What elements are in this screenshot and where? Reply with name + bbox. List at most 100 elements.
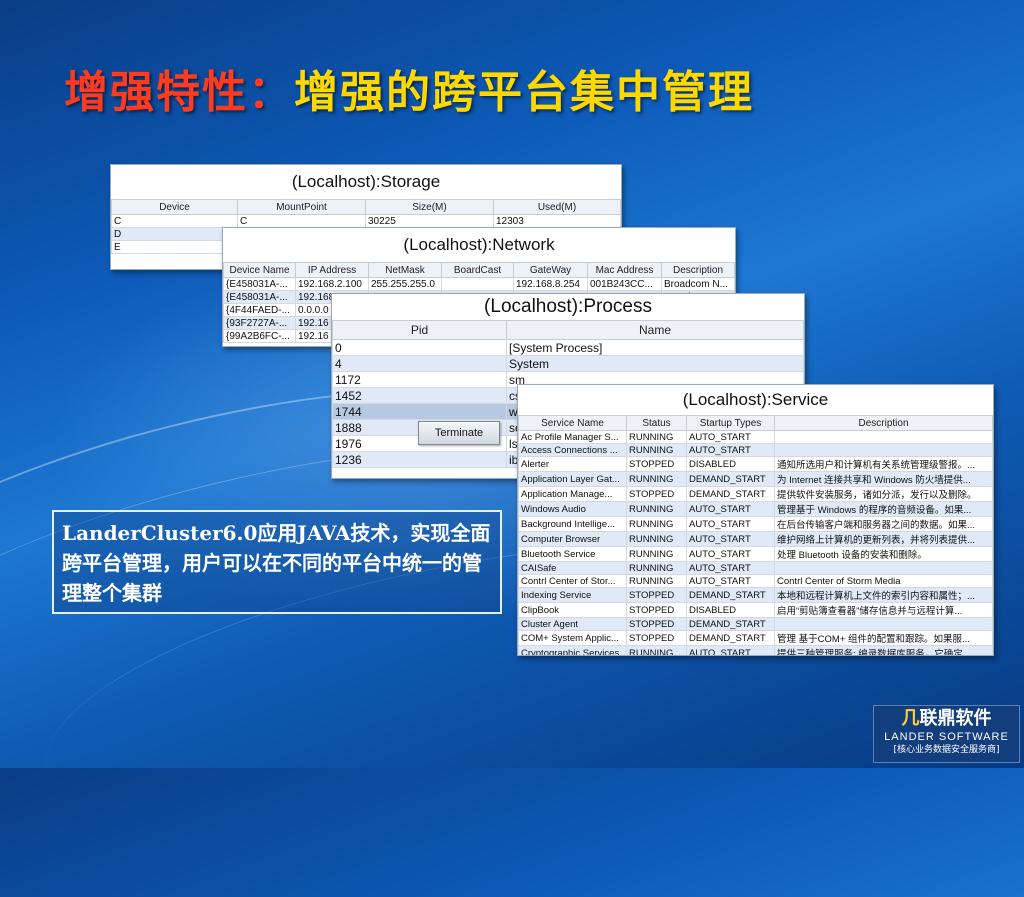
service-cell: DEMAND_START: [686, 617, 775, 631]
table-row[interactable]: Cryptographic Services RUNNING AUTO_START 提…: [518, 645, 993, 655]
storage-cell: C: [237, 214, 366, 228]
process-cell: 0: [332, 339, 507, 356]
network-column-header[interactable]: Description: [661, 262, 735, 278]
service-cell: 在后台传输客户端和服务器之间的数据。如果...: [774, 516, 993, 532]
service-cell: Cryptographic Services: [518, 645, 627, 655]
table-row[interactable]: {E458031A-... 192.168.2.100 255.255.255.0 1…: [223, 277, 735, 291]
service-cell: 提供三种管理服务: 编录数据库服务，它确定...: [774, 645, 993, 655]
service-cell: STOPPED: [626, 587, 687, 603]
service-cell: AUTO_START: [686, 443, 775, 457]
service-cell: RUNNING: [626, 645, 687, 655]
service-window: (Localhost):Service Service Name Status St…: [517, 384, 994, 656]
table-row[interactable]: CAISafe RUNNING AUTO_START: [518, 561, 993, 575]
table-row[interactable]: Computer Browser RUNNING AUTO_START 维护网络上计算…: [518, 531, 993, 547]
service-cell: Application Layer Gat...: [518, 471, 627, 487]
description-box: LanderCluster6.0应用JAVA技术，实现全面跨平台管理，用户可以在…: [52, 510, 502, 614]
table-row[interactable]: Indexing Service STOPPED DEMAND_START 本地和远程…: [518, 587, 993, 603]
company-logo: 几联鼎软件 LANDER SOFTWARE [核心业务数据安全服务商]: [873, 705, 1020, 763]
network-cell: {4F44FAED-...: [223, 303, 296, 317]
service-cell: 管理 基于COM+ 组件的配置和跟踪。如果服...: [774, 630, 993, 646]
network-cell: {E458031A-...: [223, 277, 296, 291]
service-cell: AUTO_START: [686, 430, 775, 444]
service-cell: RUNNING: [626, 574, 687, 588]
service-window-title: (Localhost):Service: [518, 385, 993, 415]
service-cell: Bluetooth Service: [518, 546, 627, 562]
storage-cell: D: [111, 227, 238, 241]
network-cell: 192.168.8.254: [513, 277, 588, 291]
network-column-header[interactable]: BoardCast: [441, 262, 514, 278]
service-cell: [774, 430, 993, 444]
terminate-button[interactable]: Terminate: [418, 421, 500, 445]
service-column-header[interactable]: Description: [774, 415, 993, 431]
process-cell: System: [506, 355, 804, 372]
service-cell: AUTO_START: [686, 645, 775, 655]
service-cell: STOPPED: [626, 456, 687, 472]
storage-column-header[interactable]: Size(M): [365, 199, 494, 215]
service-column-header[interactable]: Service Name: [518, 415, 627, 431]
service-cell: [774, 617, 993, 631]
table-row[interactable]: Cluster Agent STOPPED DEMAND_START: [518, 617, 993, 631]
slide-title-highlight: 增强特性：: [64, 67, 294, 118]
network-cell: 001B243CC...: [587, 277, 662, 291]
logo-cn-name: 联鼎软件: [919, 708, 992, 729]
network-column-header[interactable]: NetMask: [368, 262, 442, 278]
storage-column-header[interactable]: Device: [111, 199, 238, 215]
service-cell: 通知所选用户和计算机有关系统管理级警报。...: [774, 456, 993, 472]
network-column-header[interactable]: Mac Address: [587, 262, 662, 278]
service-cell: Contrl Center of Stor...: [518, 574, 627, 588]
service-cell: RUNNING: [626, 531, 687, 547]
network-cell: {E458031A-...: [223, 290, 296, 304]
service-cell: AUTO_START: [686, 516, 775, 532]
process-cell: 1236: [332, 451, 507, 468]
table-row[interactable]: Bluetooth Service RUNNING AUTO_START 处理 Blu…: [518, 546, 993, 562]
process-window-title: (Localhost):Process: [332, 294, 804, 320]
storage-column-header[interactable]: MountPoint: [237, 199, 366, 215]
service-cell: Application Manage...: [518, 486, 627, 502]
table-row[interactable]: Windows Audio RUNNING AUTO_START 管理基于 Windo…: [518, 501, 993, 517]
service-cell: 启用“剪贴簿查看器”储存信息并与远程计算...: [774, 602, 993, 618]
service-cell: DISABLED: [686, 456, 775, 472]
service-cell: RUNNING: [626, 516, 687, 532]
table-row[interactable]: Access Connections ... RUNNING AUTO_START: [518, 443, 993, 457]
service-cell: 为 Internet 连接共享和 Windows 防火墙提供...: [774, 471, 993, 487]
service-cell: [774, 561, 993, 575]
table-row[interactable]: Background Intellige... RUNNING AUTO_START…: [518, 516, 993, 532]
service-column-header[interactable]: Startup Types: [686, 415, 775, 431]
table-row[interactable]: 4 System: [332, 355, 804, 372]
network-column-header[interactable]: GateWay: [513, 262, 588, 278]
logo-title: 几联鼎软件: [874, 708, 1019, 730]
storage-cell: E: [111, 240, 238, 254]
service-cell: RUNNING: [626, 546, 687, 562]
network-column-header[interactable]: Device Name: [223, 262, 296, 278]
service-cell: 本地和远程计算机上文件的索引内容和属性；...: [774, 587, 993, 603]
service-cell: RUNNING: [626, 443, 687, 457]
logo-en-name: LANDER SOFTWARE: [884, 731, 1009, 743]
service-cell: STOPPED: [626, 486, 687, 502]
service-cell: Background Intellige...: [518, 516, 627, 532]
service-cell: DEMAND_START: [686, 587, 775, 603]
storage-column-header[interactable]: Used(M): [493, 199, 621, 215]
process-column-header[interactable]: Pid: [332, 320, 507, 340]
table-row[interactable]: Contrl Center of Stor... RUNNING AUTO_STAR…: [518, 574, 993, 588]
table-row[interactable]: Application Layer Gat... RUNNING DEMAND_ST…: [518, 471, 993, 487]
service-cell: DEMAND_START: [686, 630, 775, 646]
table-row[interactable]: ClipBook STOPPED DISABLED 启用“剪贴簿查看器”储存信息并与远…: [518, 602, 993, 618]
service-cell: DISABLED: [686, 602, 775, 618]
table-row[interactable]: C C 30225 12303: [111, 214, 621, 228]
network-column-header[interactable]: IP Address: [295, 262, 369, 278]
table-row[interactable]: Ac Profile Manager S... RUNNING AUTO_START: [518, 430, 993, 444]
table-row[interactable]: 0 [System Process]: [332, 339, 804, 356]
service-cell: AUTO_START: [686, 531, 775, 547]
service-cell: 提供软件安装服务，诸如分派，发行以及删除。: [774, 486, 993, 502]
table-row[interactable]: COM+ System Applic... STOPPED DEMAND_START…: [518, 630, 993, 646]
process-cell: 1172: [332, 371, 507, 388]
service-column-header[interactable]: Status: [626, 415, 687, 431]
storage-cell: 12303: [493, 214, 621, 228]
process-column-header[interactable]: Name: [506, 320, 804, 340]
table-row[interactable]: Alerter STOPPED DISABLED 通知所选用户和计算机有关系统管理级警…: [518, 456, 993, 472]
service-cell: DEMAND_START: [686, 471, 775, 487]
table-row[interactable]: Application Manage... STOPPED DEMAND_START…: [518, 486, 993, 502]
service-cell: RUNNING: [626, 561, 687, 575]
storage-window-title: (Localhost):Storage: [111, 165, 621, 199]
storage-header-row: Device MountPoint Size(M) Used(M): [111, 199, 621, 215]
